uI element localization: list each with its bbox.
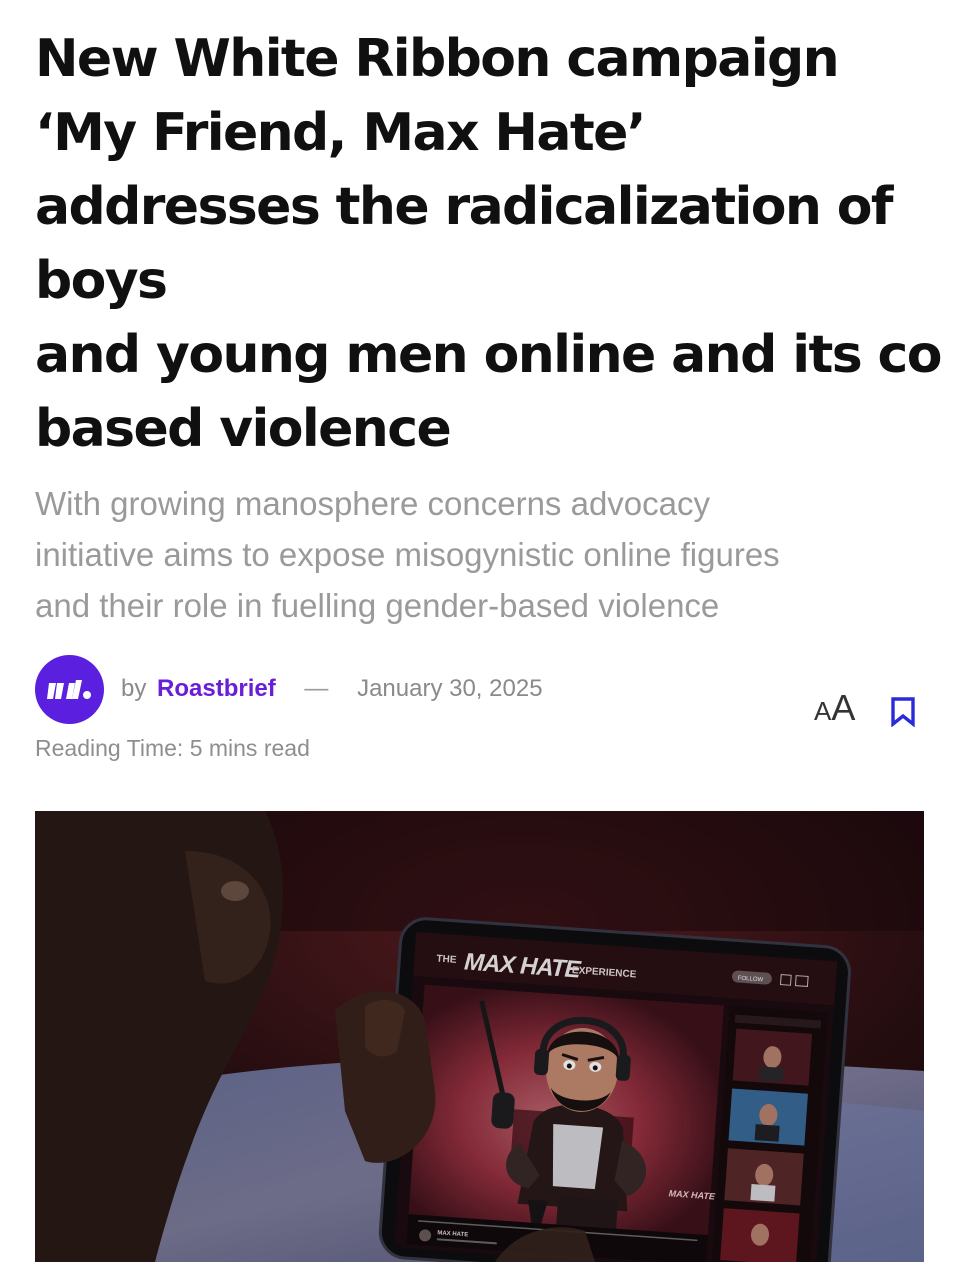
- bookmark-button[interactable]: [889, 697, 917, 728]
- title-line: New White Ribbon campaign: [35, 29, 840, 89]
- subtitle-line: With growing manosphere concerns advocac…: [35, 485, 711, 522]
- byline-separator: —: [304, 675, 329, 702]
- author-avatar[interactable]: [35, 655, 104, 724]
- title-line: ‘My Friend, Max Hate’: [35, 103, 647, 163]
- byline: by Roastbrief — January 30, 2025: [121, 673, 543, 705]
- title-line: boys: [35, 251, 168, 311]
- hero-image: THE MAX HATE EXPERIENCE FOLLOW MAX HATE …: [35, 811, 924, 1262]
- publish-date: January 30, 2025: [357, 675, 543, 702]
- title-line: based violence: [35, 399, 452, 459]
- font-size-large-glyph: A: [831, 687, 856, 728]
- font-size-small-glyph: A: [814, 696, 832, 726]
- reading-time: Reading Time: 5 mins read: [35, 735, 310, 761]
- title-line: addresses the radicalization of: [35, 177, 894, 237]
- article-title: New White Ribbon campaign ‘My Friend, Ma…: [35, 22, 966, 466]
- subtitle-line: and their role in fuelling gender-based …: [35, 587, 720, 624]
- title-line: and young men online and its co: [35, 325, 943, 385]
- byline-prefix: by: [121, 675, 147, 702]
- bookmark-icon: [891, 697, 915, 728]
- roastbrief-logo-icon: [46, 679, 91, 699]
- author-link[interactable]: Roastbrief: [157, 675, 276, 702]
- subtitle-line: initiative aims to expose misogynistic o…: [35, 536, 780, 573]
- font-size-toggle-button[interactable]: AA: [814, 688, 855, 736]
- article-subtitle: With growing manosphere concerns advocac…: [35, 478, 935, 631]
- hero-illustration: THE MAX HATE EXPERIENCE FOLLOW MAX HATE …: [35, 811, 924, 1262]
